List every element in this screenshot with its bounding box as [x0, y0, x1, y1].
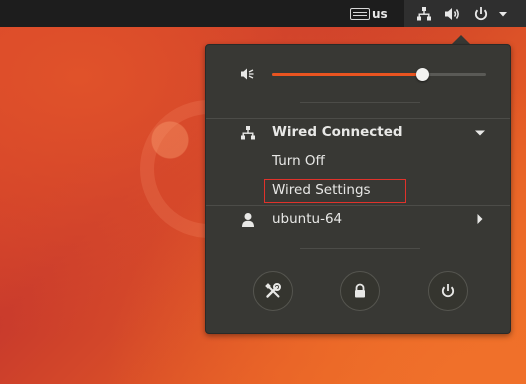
keyboard-icon [350, 7, 370, 20]
lock-button[interactable] [340, 271, 380, 311]
dropdown-arrow-icon [498, 0, 508, 27]
chevron-right-icon[interactable] [476, 213, 484, 225]
menu-pointer [452, 35, 470, 44]
user-menu-item[interactable]: ubuntu-64 [272, 211, 342, 227]
lock-icon [353, 283, 367, 299]
power-off-button[interactable] [428, 271, 468, 311]
network-wired-icon [240, 125, 256, 141]
chevron-down-icon[interactable] [474, 129, 486, 137]
settings-button[interactable] [253, 271, 293, 311]
power-icon [473, 0, 489, 27]
user-icon [241, 212, 255, 228]
keyboard-layout-indicator[interactable]: us [350, 0, 388, 27]
turn-off-menu-item[interactable]: Turn Off [272, 153, 325, 169]
network-section-title[interactable]: Wired Connected [272, 124, 403, 140]
separator [206, 118, 510, 119]
volume-speaker-icon [240, 66, 256, 82]
volume-slider[interactable] [272, 68, 486, 81]
volume-icon [444, 0, 462, 27]
keyboard-layout-label: us [372, 6, 388, 21]
settings-icon [264, 282, 282, 300]
volume-slider-fill [272, 73, 422, 76]
network-wired-icon [416, 0, 432, 27]
separator [300, 102, 420, 103]
separator [300, 248, 420, 249]
separator [206, 205, 510, 206]
wired-settings-menu-item[interactable]: Wired Settings [272, 182, 371, 198]
power-icon [440, 283, 456, 299]
volume-slider-handle[interactable] [416, 68, 429, 81]
